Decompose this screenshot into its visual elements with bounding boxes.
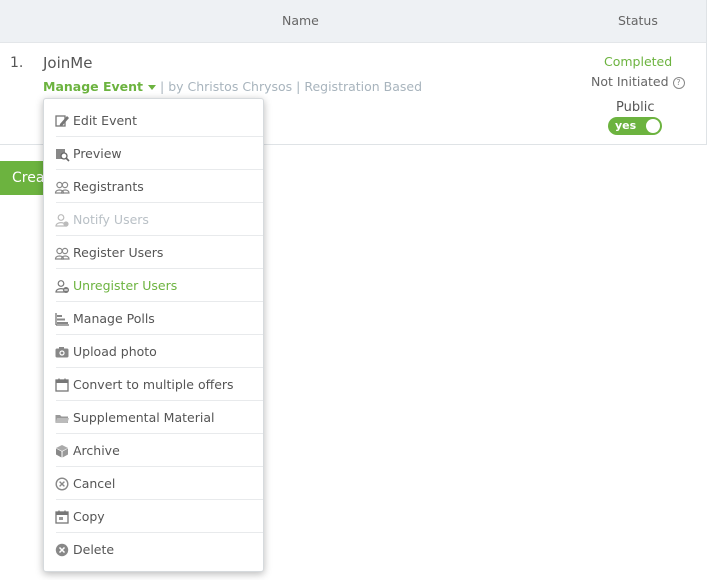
- users-icon: [54, 247, 70, 260]
- menu-item-supplemental-material[interactable]: Supplemental Material: [44, 401, 263, 434]
- manage-event-dropdown[interactable]: Manage Event: [43, 79, 157, 94]
- menu-item-copy[interactable]: Copy: [44, 500, 263, 533]
- status-not-initiated-label: Not Initiated: [591, 74, 669, 89]
- menu-item-upload-photo[interactable]: Upload photo: [44, 335, 263, 368]
- row-number: 1.: [10, 55, 24, 71]
- event-meta-line: Manage Event | by Christos Chrysos | Reg…: [43, 79, 422, 94]
- menu-item-label: Registrants: [73, 179, 144, 194]
- menu-item-manage-polls[interactable]: Manage Polls: [44, 302, 263, 335]
- menu-item-label: Preview: [73, 146, 122, 161]
- status-not-initiated: Not Initiated?: [591, 74, 685, 89]
- menu-item-preview[interactable]: Preview: [44, 137, 263, 170]
- menu-item-edit-event[interactable]: Edit Event: [44, 104, 263, 137]
- menu-item-label: Copy: [73, 509, 105, 524]
- status-completed: Completed: [604, 54, 673, 69]
- event-title[interactable]: JoinMe: [43, 54, 92, 72]
- menu-item-label: Edit Event: [73, 113, 137, 128]
- menu-item-register-users[interactable]: Register Users: [44, 236, 263, 269]
- user-remove-icon: [55, 280, 69, 293]
- menu-item-label: Delete: [73, 542, 115, 557]
- menu-item-unregister-users[interactable]: Unregister Users: [44, 269, 263, 302]
- folder-icon: [55, 415, 69, 423]
- menu-item-convert-to-multiple-offers[interactable]: Convert to multiple offers: [44, 368, 263, 401]
- manage-event-menu: Edit Event Preview Registrants Notify Users…: [43, 98, 264, 572]
- menu-item-label: Unregister Users: [73, 278, 178, 293]
- column-header-status[interactable]: Status: [618, 13, 658, 28]
- bar-chart-icon: [55, 313, 69, 326]
- menu-item-label: Upload photo: [73, 344, 157, 359]
- menu-item-registrants[interactable]: Registrants: [44, 170, 263, 203]
- edit-icon: [55, 115, 69, 127]
- menu-item-label: Register Users: [73, 245, 164, 260]
- menu-item-label: Archive: [73, 443, 120, 458]
- toggle-knob: [646, 119, 660, 133]
- archive-icon: [56, 445, 68, 458]
- chevron-down-icon: [148, 85, 157, 90]
- manage-event-label: Manage Event: [43, 79, 144, 94]
- public-toggle-label: yes: [615, 119, 637, 132]
- public-toggle[interactable]: yes: [608, 117, 662, 135]
- menu-item-label: Cancel: [73, 476, 116, 491]
- notify-user-icon: [55, 214, 69, 227]
- menu-item-notify-users: Notify Users: [44, 203, 263, 236]
- camera-icon: [55, 347, 69, 358]
- menu-item-delete[interactable]: Delete: [44, 533, 263, 566]
- menu-item-archive[interactable]: Archive: [44, 434, 263, 467]
- cancel-icon: [55, 477, 69, 491]
- menu-item-label: Supplemental Material: [73, 410, 215, 425]
- copy-icon: [55, 510, 69, 524]
- delete-icon: [55, 543, 69, 557]
- users-icon: [54, 181, 70, 194]
- menu-item-label: Manage Polls: [73, 311, 155, 326]
- menu-item-label: Notify Users: [73, 212, 149, 227]
- calendar-icon: [55, 378, 69, 392]
- help-icon[interactable]: ?: [672, 77, 685, 89]
- public-label: Public: [616, 100, 655, 115]
- menu-item-label: Convert to multiple offers: [73, 377, 234, 392]
- menu-item-cancel[interactable]: Cancel: [44, 467, 263, 500]
- table-header: Name Status: [0, 0, 706, 43]
- column-header-name[interactable]: Name: [282, 13, 319, 28]
- event-meta: | by Christos Chrysos | Registration Bas…: [160, 79, 423, 94]
- preview-icon: [56, 149, 70, 162]
